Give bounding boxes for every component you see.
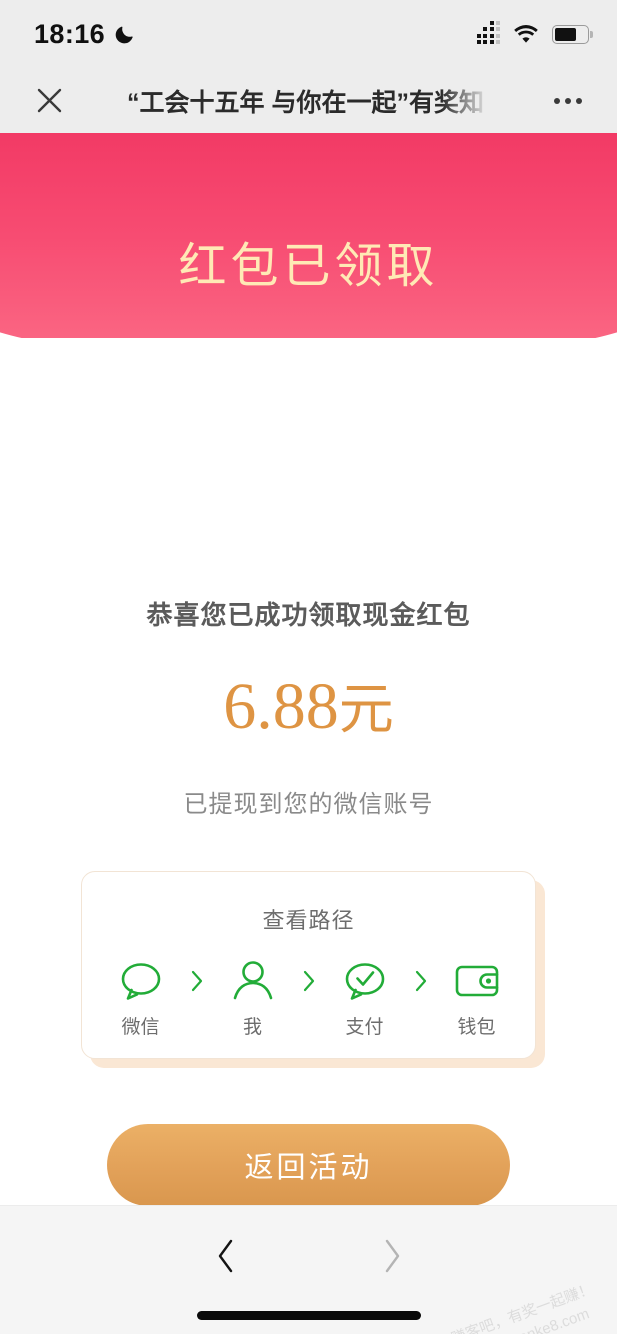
chevron-right-icon [289,957,329,1005]
path-step-wechat: 微信 [105,957,177,1039]
wifi-icon [513,24,539,44]
battery-icon [552,24,593,44]
amount-display: 6.88元 [0,674,617,740]
path-card-wrapper: 查看路径 微信 我 支付 钱包 [81,871,545,1068]
phone-screen: 18:16 “工会十五年 与你在一起”有奖知 红包已领取 恭喜您已成功领取现金红… [0,0,617,1334]
back-button[interactable] [202,1234,250,1282]
chevron-right-icon [382,1239,402,1278]
path-card: 查看路径 微信 我 支付 钱包 [81,871,536,1059]
wechat-chat-bubble-icon [117,957,165,1005]
pay-check-bubble-icon [341,957,389,1005]
home-indicator[interactable] [196,1311,421,1320]
close-button[interactable] [28,80,70,122]
path-step-wallet: 钱包 [441,957,513,1039]
path-step-label: 我 [242,1017,262,1038]
main-content: 恭喜您已成功领取现金红包 6.88元 已提现到您的微信账号 查看路径 微信 我 … [0,338,617,1298]
person-icon [229,957,277,1005]
withdraw-note: 已提现到您的微信账号 [183,791,434,818]
back-to-activity-button[interactable]: 返回活动 [107,1124,510,1206]
path-steps: 微信 我 支付 钱包 [105,957,513,1039]
watermark-line-2: www.zuanke8.com [468,1304,592,1334]
more-menu-icon [554,97,560,104]
page-title: “工会十五年 与你在一起”有奖知 [127,88,484,117]
browser-bottom-bar: 赚客吧，有奖一起赚！ www.zuanke8.com [0,1205,617,1334]
wallet-icon [454,957,500,1005]
browser-nav-arrows [0,1234,617,1282]
more-menu-button[interactable] [545,80,591,122]
chevron-right-icon [401,957,441,1005]
path-card-title: 查看路径 [262,908,355,933]
status-bar-left: 18:16 [34,19,136,50]
congrats-text: 恭喜您已成功领取现金红包 [146,600,471,630]
status-time: 18:16 [34,18,106,49]
path-step-label: 支付 [345,1017,384,1038]
forward-button[interactable] [368,1234,416,1282]
more-menu-icon-dot [565,97,571,104]
chevron-left-icon [216,1239,236,1278]
chevron-right-icon [177,957,217,1005]
browser-nav-bar: “工会十五年 与你在一起”有奖知 [0,68,617,133]
path-step-me: 我 [217,957,289,1039]
amount-unit: 元 [338,678,394,740]
status-bar-right [476,20,593,44]
path-step-pay: 支付 [329,957,401,1039]
more-menu-icon-dot [576,97,582,104]
moon-icon [114,23,136,45]
amount-value: 6.88 [223,670,339,743]
path-step-label: 微信 [121,1017,160,1038]
page-title-wrap: “工会十五年 与你在一起”有奖知 [70,83,545,119]
signal-icon [476,20,500,44]
hero-banner: 红包已领取 [0,133,617,338]
close-icon [37,88,62,113]
hero-title: 红包已领取 [178,240,439,293]
status-bar: 18:16 [0,0,617,68]
path-step-label: 钱包 [457,1017,496,1038]
